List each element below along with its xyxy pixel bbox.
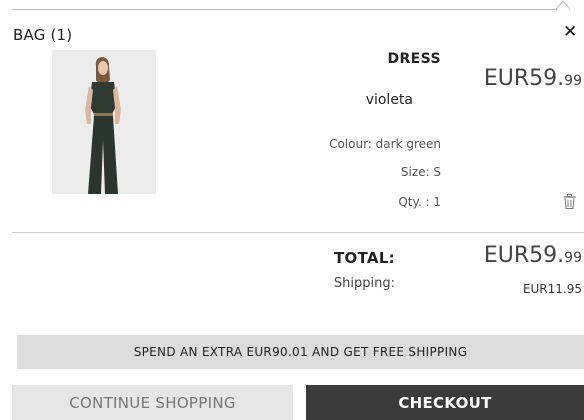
- trash-icon[interactable]: [563, 194, 576, 209]
- total-price: EUR59.99: [484, 243, 582, 268]
- dress-model-illustration: [52, 50, 156, 194]
- product-colour: Colour: dark green: [329, 137, 441, 151]
- total-label: TOTAL:: [333, 249, 395, 267]
- product-brand: violeta: [365, 92, 413, 108]
- product-price-main: EUR59.: [483, 66, 565, 91]
- product-quantity: Qty. : 1: [398, 195, 441, 209]
- shipping-label: Shipping:: [333, 276, 395, 291]
- close-icon[interactable]: ✕: [563, 24, 577, 41]
- item-divider: [12, 232, 584, 233]
- dropdown-caret-icon: [556, 0, 570, 10]
- free-shipping-banner: SPEND AN EXTRA EUR90.01 AND GET FREE SHI…: [17, 335, 584, 369]
- shipping-price: EUR11.95: [522, 282, 582, 296]
- product-price: EUR59.99: [484, 66, 582, 91]
- product-size: Size: S: [400, 165, 441, 179]
- product-image[interactable]: [52, 50, 156, 194]
- total-price-main: EUR59.: [483, 243, 565, 268]
- total-price-cents: 99: [564, 250, 582, 266]
- bag-title: BAG (1): [13, 26, 73, 44]
- dropdown-top-border: [12, 9, 557, 10]
- product-price-cents: 99: [564, 73, 582, 89]
- continue-shopping-button[interactable]: CONTINUE SHOPPING: [12, 385, 293, 420]
- checkout-button[interactable]: CHECKOUT: [306, 385, 584, 420]
- product-name[interactable]: DRESS: [387, 51, 441, 67]
